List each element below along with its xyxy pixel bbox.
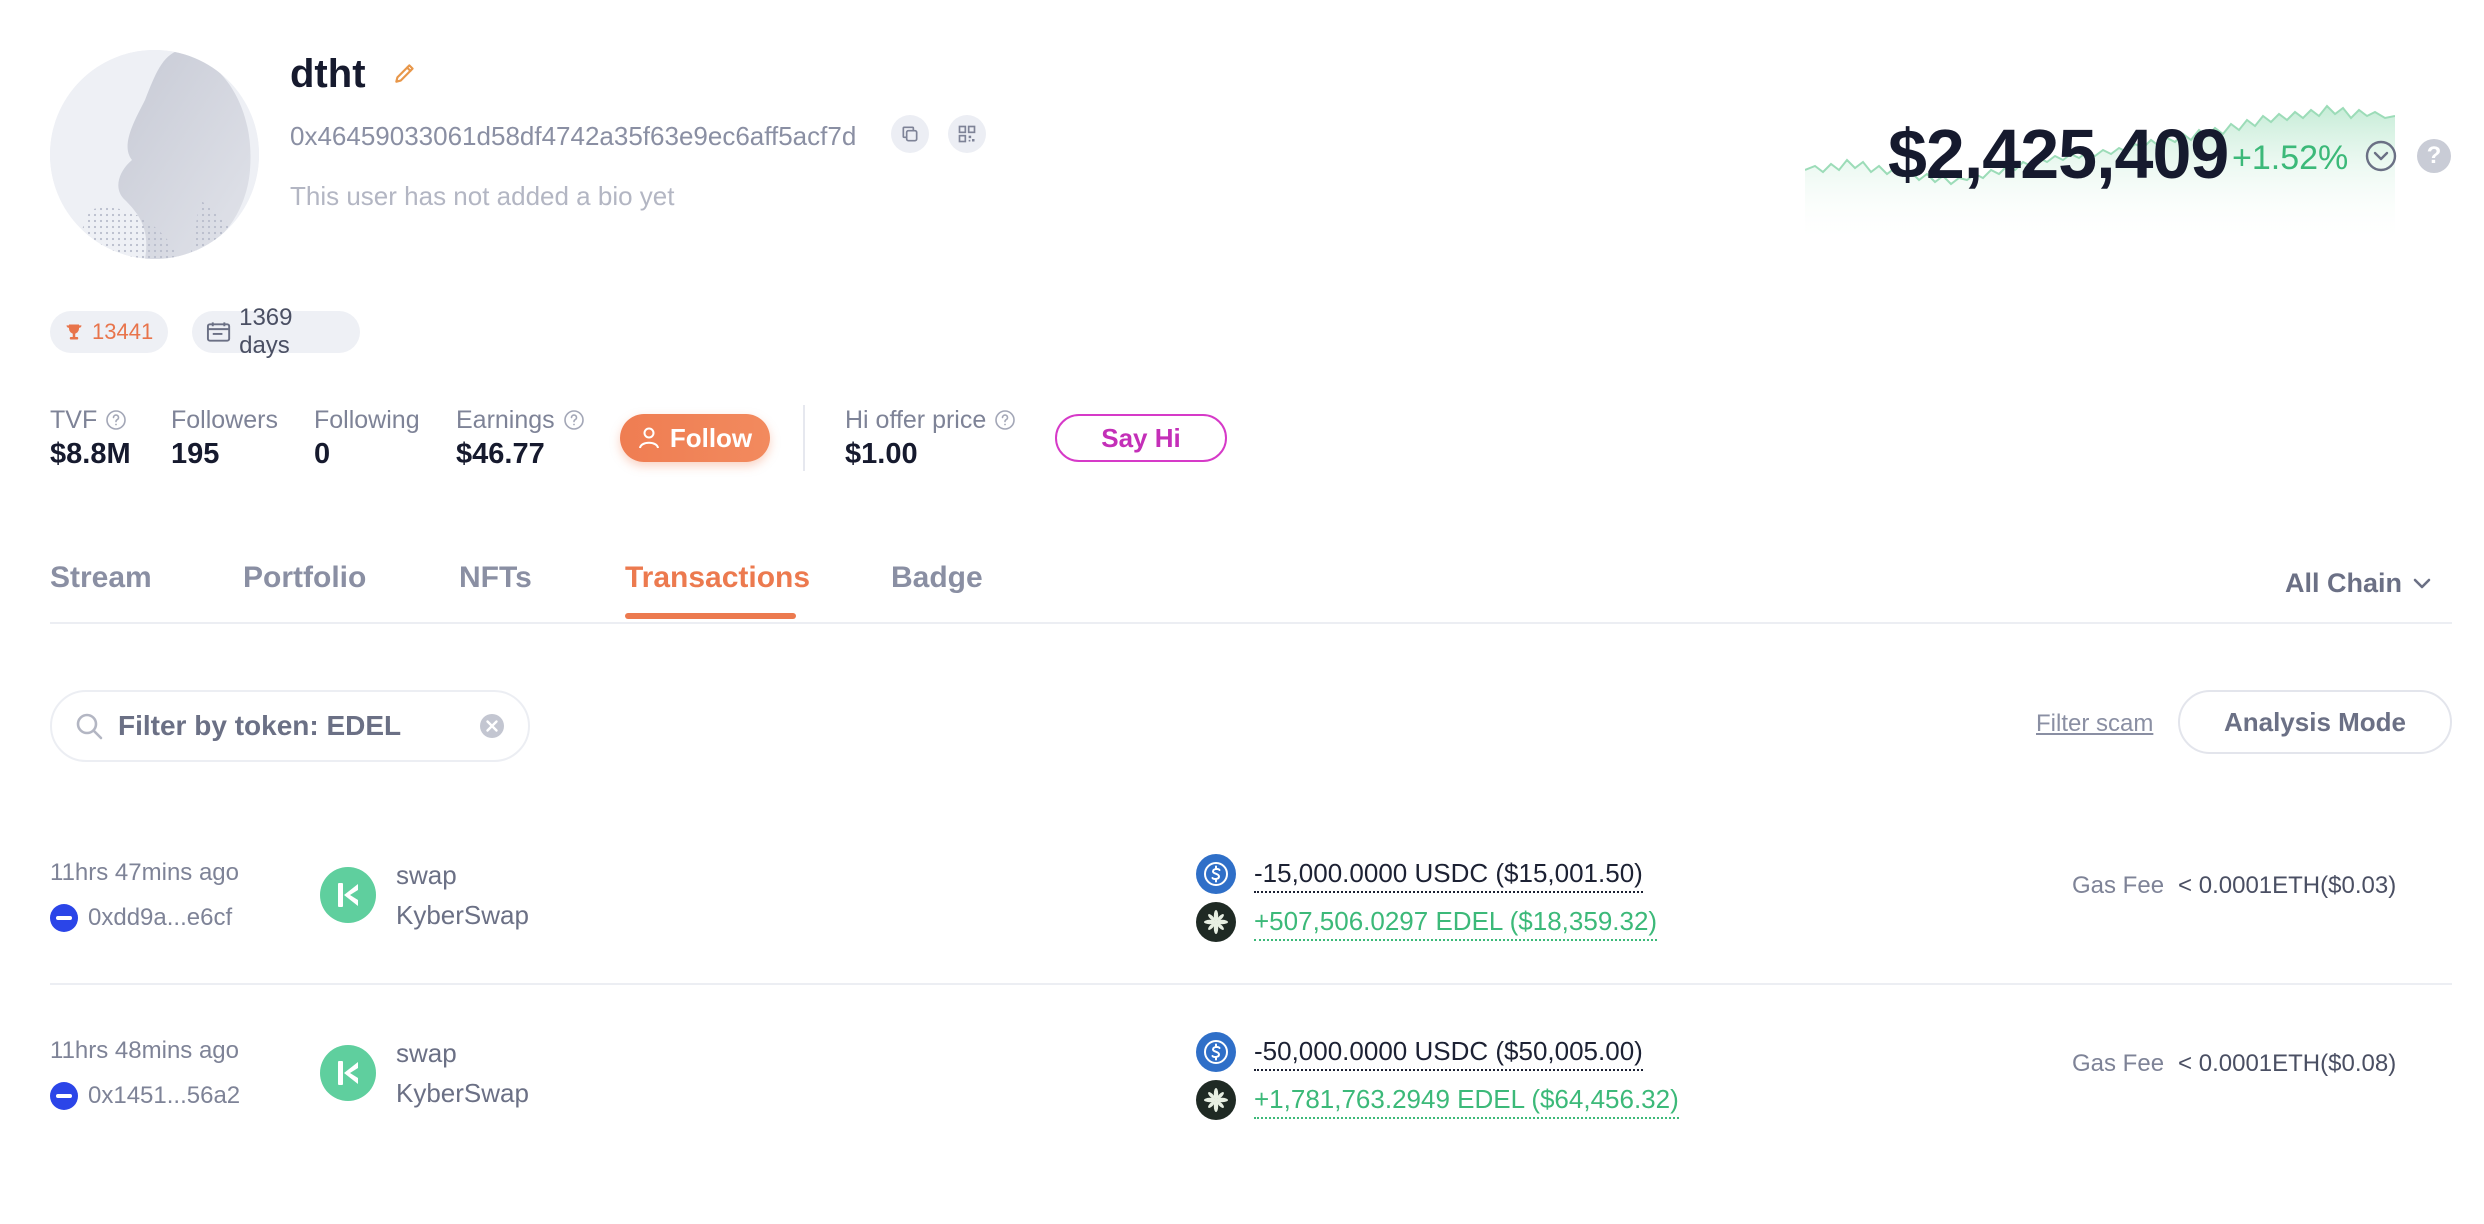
stat-followers-value: 195 (171, 438, 220, 470)
stat-earnings: Earnings $46.77 (456, 404, 585, 472)
token-in-amount: +507,506.0297 EDEL ($18,359.32) (1254, 904, 1658, 941)
analysis-mode-button[interactable]: Analysis Mode (2178, 690, 2452, 754)
tx-type: swap (396, 860, 457, 890)
chevron-down-circle-icon[interactable] (2364, 139, 2398, 173)
usdc-icon (1196, 1032, 1236, 1072)
tx-time: 11hrs 48mins ago (50, 1037, 239, 1064)
chain-select-label: All Chain (2285, 568, 2403, 598)
qr-code-icon (958, 125, 976, 143)
avatar[interactable] (50, 50, 259, 259)
stat-hi-offer-label: Hi offer price (845, 406, 987, 434)
token-in-line[interactable]: +507,506.0297 EDEL ($18,359.32) (1196, 902, 1658, 942)
tx-protocol: KyberSwap (396, 900, 529, 930)
tx-type: swap (396, 1038, 457, 1068)
token-out-amount: -50,000.0000 USDC ($50,005.00) (1254, 1034, 1643, 1071)
stat-tvf-label: TVF (50, 406, 98, 434)
tx-time: 11hrs 47mins ago (50, 859, 239, 886)
chain-select-dropdown[interactable]: All Chain (2285, 565, 2432, 601)
user-bio: This user has not added a bio yet (290, 181, 675, 211)
token-in-amount: +1,781,763.2949 EDEL ($64,456.32) (1254, 1082, 1679, 1119)
kyberswap-icon (320, 867, 376, 923)
filter-scam-link[interactable]: Filter scam (2036, 708, 2153, 740)
stat-following-label: Following (314, 406, 420, 434)
question-circle-icon[interactable] (105, 409, 127, 431)
edit-pencil-icon[interactable] (392, 60, 418, 86)
stat-earnings-label-row: Earnings (456, 404, 585, 436)
stat-tvf-label-row: TVF (50, 404, 131, 436)
gas-fee-label: Gas Fee (2072, 1050, 2165, 1077)
networth-value: $2,425,409 (1888, 115, 2229, 193)
account-age-value: 1369 days (239, 304, 293, 359)
token-out-line[interactable]: -15,000.0000 USDC ($15,001.50) (1196, 854, 1643, 894)
stat-tvf-value: $8.8M (50, 438, 131, 470)
account-age-badge[interactable]: 1369 days (192, 304, 360, 359)
username: dtht (290, 52, 366, 96)
usdc-icon (1196, 854, 1236, 894)
stat-earnings-value: $46.77 (456, 438, 545, 470)
tx-protocol: KyberSwap (396, 1078, 529, 1108)
tab-portfolio[interactable]: Portfolio (243, 558, 366, 598)
gas-fee: Gas Fee < 0.0001ETH($0.08) (2072, 1048, 2396, 1080)
kyberswap-icon (320, 1045, 376, 1101)
edel-token-icon (1196, 902, 1236, 942)
tx-hash: 0x1451...56a2 (88, 1082, 241, 1109)
question-circle-icon[interactable] (994, 409, 1016, 431)
copy-address-button[interactable] (891, 115, 929, 153)
stat-following-value: 0 (314, 438, 331, 470)
gas-fee-value: < 0.0001ETH($0.08) (2178, 1050, 2397, 1077)
token-filter-value: Filter by token: EDEL (118, 710, 402, 741)
token-filter-input[interactable]: Filter by token: EDEL (50, 690, 530, 762)
gas-fee: Gas Fee < 0.0001ETH($0.03) (2072, 870, 2396, 902)
row-divider (50, 983, 2452, 985)
trophy-icon (66, 324, 82, 340)
wallet-address: 0x46459033061d58df4742a35f63e9ec6aff5acf… (290, 121, 857, 151)
stat-followers-label: Followers (171, 406, 278, 434)
token-out-amount: -15,000.0000 USDC ($15,001.50) (1254, 856, 1643, 893)
help-icon[interactable]: ? (2417, 139, 2451, 173)
rank-badge[interactable]: 13441 (50, 311, 168, 353)
stat-hi-offer-label-row: Hi offer price (845, 404, 1016, 436)
ethereum-chain-icon (50, 1082, 78, 1110)
active-tab-indicator (625, 613, 796, 619)
rank-value: 13441 (92, 319, 154, 344)
qr-code-button[interactable] (948, 115, 986, 153)
stat-hi-offer-price: Hi offer price $1.00 (845, 404, 1016, 472)
follow-button[interactable]: Follow (620, 414, 770, 462)
token-in-line[interactable]: +1,781,763.2949 EDEL ($64,456.32) (1196, 1080, 1679, 1120)
stat-following[interactable]: Following 0 (314, 404, 420, 472)
tab-nfts[interactable]: NFTs (459, 558, 532, 598)
stat-followers[interactable]: Followers 195 (171, 404, 278, 472)
token-out-line[interactable]: -50,000.0000 USDC ($50,005.00) (1196, 1032, 1643, 1072)
avatar-image (50, 50, 259, 259)
calendar-icon (206, 322, 231, 342)
gas-fee-label: Gas Fee (2072, 872, 2165, 899)
gas-fee-value: < 0.0001ETH($0.03) (2178, 872, 2397, 899)
stat-hi-offer-value: $1.00 (845, 438, 918, 470)
search-icon (76, 713, 103, 740)
stats-divider (803, 405, 805, 471)
tabs-divider (50, 622, 2452, 624)
tx-hash-link[interactable]: 0xdd9a...e6cf (50, 902, 232, 934)
edel-token-icon (1196, 1080, 1236, 1120)
say-hi-button-label: Say Hi (1101, 422, 1181, 453)
stat-earnings-label: Earnings (456, 406, 555, 434)
question-circle-icon[interactable] (563, 409, 585, 431)
clear-icon[interactable] (478, 712, 506, 740)
stat-tvf: TVF $8.8M (50, 404, 131, 472)
tab-stream[interactable]: Stream (50, 558, 152, 598)
tab-badge[interactable]: Badge (891, 558, 983, 598)
user-icon (638, 427, 659, 449)
say-hi-button[interactable]: Say Hi (1055, 414, 1227, 462)
tab-transactions[interactable]: Transactions (625, 558, 810, 598)
analysis-mode-label: Analysis Mode (2223, 706, 2407, 737)
ethereum-chain-icon (50, 904, 78, 932)
networth-change: +1.52% (2232, 139, 2349, 177)
help-icon-glyph: ? (2426, 142, 2442, 169)
follow-button-label: Follow (669, 422, 753, 453)
copy-icon (902, 126, 918, 142)
chevron-down-icon (2413, 578, 2431, 589)
tx-hash-link[interactable]: 0x1451...56a2 (50, 1080, 240, 1112)
tx-hash: 0xdd9a...e6cf (88, 904, 233, 931)
